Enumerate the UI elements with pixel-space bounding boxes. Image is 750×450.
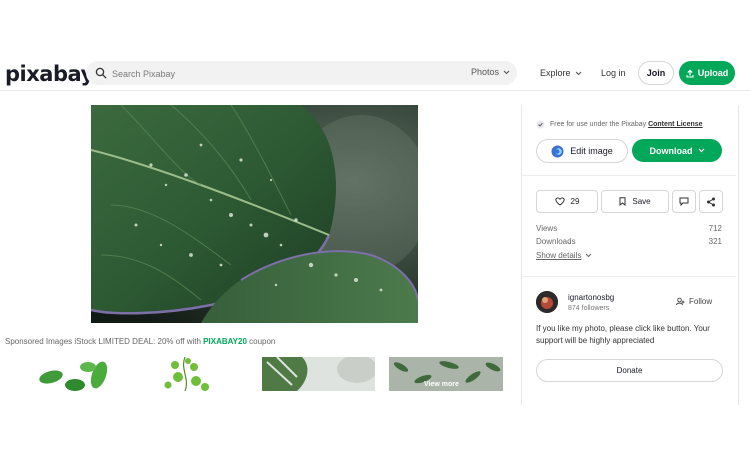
chevron-down-icon — [698, 148, 704, 153]
sponsored-banner[interactable]: Sponsored Images iStock LIMITED DEAL: 20… — [5, 337, 275, 346]
coupon-code: PIXABAY20 — [203, 337, 247, 346]
explore-label: Explore — [540, 68, 571, 78]
downloads-label: Downloads — [536, 237, 576, 246]
views-label: Views — [536, 224, 558, 233]
sponsored-thumbnail[interactable] — [33, 357, 113, 391]
sponsored-thumbnail[interactable] — [150, 357, 220, 391]
download-label: Download — [649, 145, 693, 156]
download-button[interactable]: Download — [632, 139, 722, 162]
panel-divider — [522, 175, 736, 176]
sponsored-text: Sponsored Images iStock LIMITED DEAL: 20… — [5, 337, 204, 346]
license-text: Free for use under the Pixabay — [550, 121, 647, 128]
heart-icon — [554, 197, 565, 206]
share-button[interactable] — [699, 190, 723, 213]
explore-menu[interactable]: Explore — [540, 68, 582, 78]
like-button[interactable]: 29 — [536, 190, 598, 213]
upload-label: Upload — [697, 68, 729, 78]
comment-button[interactable] — [672, 190, 696, 213]
show-details-label: Show details — [536, 251, 582, 260]
panel-divider — [522, 276, 736, 277]
downloads-stat: Downloads 321 — [536, 237, 722, 246]
search-icon — [95, 67, 107, 79]
bookmark-icon — [619, 197, 626, 206]
follow-label: Follow — [689, 297, 713, 306]
check-badge-icon — [536, 120, 545, 129]
pixabay-logo[interactable]: pixabay — [5, 62, 94, 86]
sponsored-thumbnail[interactable] — [262, 357, 375, 391]
donate-button[interactable]: Donate — [536, 359, 723, 382]
search-bar[interactable]: Photos — [86, 61, 517, 85]
content-license-link[interactable]: Content License — [648, 121, 702, 128]
vine-image — [164, 357, 209, 391]
edit-image-icon — [551, 145, 564, 157]
monstera-image — [262, 357, 375, 391]
license-info: Free for use under the Pixabay Content L… — [536, 120, 703, 129]
login-link[interactable]: Log in — [601, 68, 626, 78]
like-count: 29 — [570, 197, 580, 206]
join-button[interactable]: Join — [638, 61, 674, 85]
views-stat: Views 712 — [536, 224, 722, 233]
views-value: 712 — [708, 224, 722, 233]
view-more-link[interactable]: View more — [424, 381, 459, 388]
save-label: Save — [632, 197, 651, 206]
main-photo[interactable] — [91, 105, 418, 323]
chevron-down-icon — [586, 253, 592, 258]
share-icon — [707, 197, 715, 206]
downloads-value: 321 — [708, 237, 722, 246]
edit-image-button[interactable]: Edit image — [536, 139, 628, 163]
upload-icon — [686, 69, 694, 78]
author-message: If you like my photo, please click like … — [536, 324, 710, 345]
header-divider — [0, 90, 750, 91]
search-type-dropdown[interactable]: Photos — [471, 67, 510, 77]
sponsored-suffix: coupon — [246, 337, 276, 346]
show-details-toggle[interactable]: Show details — [536, 251, 592, 260]
avatar[interactable] — [536, 291, 558, 313]
upload-button[interactable]: Upload — [679, 61, 735, 85]
save-button[interactable]: Save — [601, 190, 669, 213]
follow-button[interactable]: Follow — [676, 297, 712, 306]
username[interactable]: ignartonosbg — [568, 293, 614, 302]
search-type-label: Photos — [471, 67, 500, 77]
follow-icon — [676, 297, 685, 306]
edit-image-label: Edit image — [570, 146, 613, 156]
chevron-down-icon — [503, 70, 510, 74]
follower-count: 874 followers — [568, 305, 610, 312]
leaves-image — [39, 361, 108, 391]
comment-icon — [679, 197, 689, 206]
leaf-photo — [91, 105, 418, 323]
avatar-image — [536, 291, 558, 313]
chevron-down-icon — [575, 71, 581, 75]
search-input[interactable] — [110, 63, 444, 85]
